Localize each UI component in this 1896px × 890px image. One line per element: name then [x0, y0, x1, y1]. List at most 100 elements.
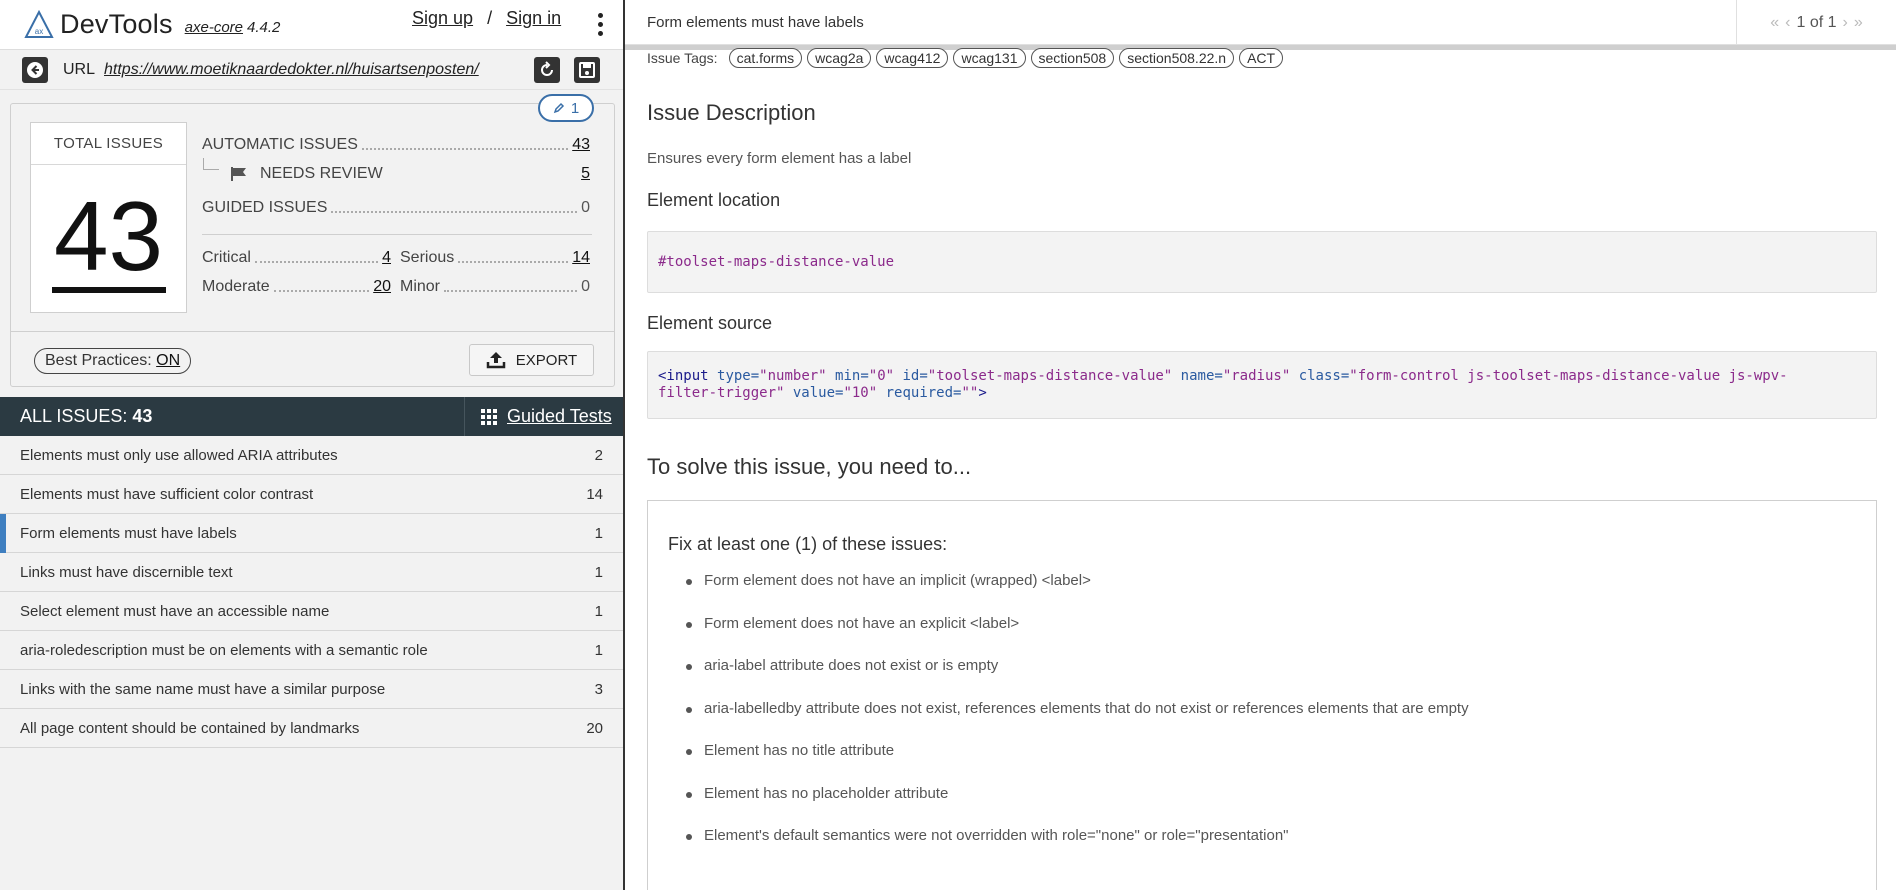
export-button[interactable]: EXPORT — [469, 344, 594, 376]
axe-logo: ax DevTools axe-core 4.4.2 — [24, 9, 280, 40]
guided-issues-value: 0 — [581, 199, 590, 216]
automatic-issues-value[interactable]: 43 — [572, 136, 590, 154]
sign-up-link[interactable]: Sign up — [412, 8, 473, 29]
detail-title: Form elements must have labels — [647, 13, 864, 31]
issue-tag: section508.22.n — [1119, 48, 1235, 68]
first-page-icon[interactable]: « — [1770, 14, 1779, 32]
top-bar: ax DevTools axe-core 4.4.2 Sign up / Sig… — [0, 0, 623, 50]
issue-tags-label: Issue Tags: — [647, 50, 718, 66]
total-issues-card: TOTAL ISSUES 43 — [30, 122, 187, 313]
serious-label: Serious — [400, 249, 455, 266]
guided-issues-row: GUIDED ISSUES 0 — [202, 199, 590, 217]
guided-tests-button[interactable]: Guided Tests — [464, 397, 623, 436]
total-issues-label: TOTAL ISSUES — [31, 123, 186, 165]
issue-row[interactable]: All page content should be contained by … — [0, 709, 623, 748]
issue-tags: Issue Tags: cat.forms wcag2a wcag412 wca… — [647, 46, 1284, 70]
minor-label: Minor — [400, 278, 441, 295]
element-location-value: #toolset-maps-distance-value — [658, 254, 895, 270]
back-arrow-icon — [27, 62, 43, 78]
solve-item: Element has no title attribute — [686, 742, 1469, 785]
edit-count: 1 — [570, 99, 580, 117]
all-issues-title: ALL ISSUES: 43 — [20, 406, 153, 426]
edit-issues-button[interactable]: 1 — [538, 94, 594, 122]
last-page-icon[interactable]: » — [1854, 14, 1863, 32]
issue-row[interactable]: Select element must have an accessible n… — [0, 592, 623, 631]
element-source-heading: Element source — [647, 313, 773, 333]
rescan-button[interactable] — [534, 57, 560, 83]
issue-row[interactable]: Elements must have sufficient color cont… — [0, 475, 623, 514]
issue-row[interactable]: Links with the same name must have a sim… — [0, 670, 623, 709]
back-button[interactable] — [22, 57, 48, 83]
automatic-issues-row[interactable]: AUTOMATIC ISSUES 43 — [202, 136, 590, 154]
summary-footer-divider — [10, 331, 615, 332]
issue-detail-panel: Form elements must have labels « ‹ 1 of … — [625, 0, 1896, 890]
issue-tag: ACT — [1239, 48, 1284, 68]
prev-page-icon[interactable]: ‹ — [1785, 14, 1790, 32]
more-menu-icon[interactable] — [590, 6, 610, 42]
minor-value: 0 — [581, 278, 590, 295]
refresh-icon — [541, 61, 553, 76]
needs-review-row[interactable]: NEEDS REVIEW 5 — [230, 165, 590, 183]
auth-separator: / — [487, 8, 493, 28]
total-issues-value: 43 — [53, 181, 163, 291]
needs-review-value[interactable]: 5 — [581, 165, 590, 183]
issue-description-heading: Issue Description — [647, 100, 816, 125]
issue-tag: section508 — [1030, 48, 1115, 68]
upload-icon — [486, 352, 506, 369]
solve-box: Fix at least one (1) of these issues: Fo… — [647, 500, 1877, 890]
issue-row[interactable]: Links must have discernible text 1 — [0, 553, 623, 592]
minor-row: Minor 0 — [400, 278, 590, 296]
url-link[interactable]: https://www.moetiknaardedokter.nl/huisar… — [104, 61, 479, 79]
save-button[interactable] — [574, 57, 600, 83]
issue-tag: wcag412 — [876, 48, 949, 68]
moderate-value[interactable]: 20 — [373, 278, 391, 296]
app-title: DevTools — [60, 9, 173, 39]
moderate-row[interactable]: Moderate 20 — [202, 278, 391, 296]
summary-divider — [202, 234, 592, 235]
critical-value[interactable]: 4 — [382, 249, 391, 267]
all-issues-header: ALL ISSUES: 43 Guided Tests — [0, 397, 623, 436]
solve-item: Element's default semantics were not ove… — [686, 827, 1469, 870]
solve-item: Element has no placeholder attribute — [686, 785, 1469, 828]
issue-tag: wcag2a — [807, 48, 872, 68]
devtools-app: ax DevTools axe-core 4.4.2 Sign up / Sig… — [0, 0, 1896, 890]
element-location-box: #toolset-maps-distance-value — [647, 231, 1877, 293]
issue-tag: cat.forms — [728, 48, 803, 68]
solve-subheading: Fix at least one (1) of these issues: — [668, 534, 948, 554]
automatic-issues-label: AUTOMATIC ISSUES — [202, 136, 358, 153]
axe-core-link[interactable]: axe-core — [185, 19, 243, 36]
best-practices-state[interactable]: ON — [156, 352, 180, 369]
issue-row[interactable]: Elements must only use allowed ARIA attr… — [0, 436, 623, 475]
issue-row-selected[interactable]: Form elements must have labels 1 — [0, 514, 623, 553]
next-page-icon[interactable]: › — [1843, 14, 1848, 32]
svg-text:ax: ax — [35, 27, 43, 36]
element-source-line-1: <input type="number" min="0" id="toolset… — [658, 368, 1788, 384]
solve-item: aria-label attribute does not exist or i… — [686, 657, 1469, 700]
element-source-box: <input type="number" min="0" id="toolset… — [647, 351, 1877, 419]
issue-description-text: Ensures every form element has a label — [647, 150, 912, 167]
export-label: EXPORT — [515, 351, 578, 369]
flag-icon — [231, 167, 246, 181]
serious-value[interactable]: 14 — [572, 249, 590, 267]
issue-tag: wcag131 — [953, 48, 1026, 68]
all-issues-count: 43 — [132, 406, 153, 426]
issue-row[interactable]: aria-roledescription must be on elements… — [0, 631, 623, 670]
sign-in-link[interactable]: Sign in — [506, 8, 561, 29]
serious-row[interactable]: Serious 14 — [400, 249, 590, 267]
axe-triangle-icon: ax — [24, 9, 54, 38]
moderate-label: Moderate — [202, 278, 270, 295]
left-panel: ax DevTools axe-core 4.4.2 Sign up / Sig… — [0, 0, 625, 890]
url-bar: URL https://www.moetiknaardedokter.nl/hu… — [0, 50, 623, 90]
save-icon — [579, 62, 595, 78]
auth-links: Sign up / Sign in — [412, 8, 561, 29]
pager-text: 1 of 1 — [1796, 13, 1837, 31]
issue-list: Elements must only use allowed ARIA attr… — [0, 436, 623, 748]
critical-row[interactable]: Critical 4 — [202, 249, 391, 267]
element-location-heading: Element location — [647, 190, 781, 210]
solve-item: Form element does not have an explicit <… — [686, 615, 1469, 658]
solve-item: aria-labelledby attribute does not exist… — [686, 700, 1469, 743]
element-source-line-2: filter-trigger" value="10" required=""> — [658, 385, 987, 401]
best-practices-toggle[interactable]: Best Practices: ON — [34, 348, 192, 374]
pencil-icon — [553, 102, 564, 114]
guided-tests-label: Guided Tests — [507, 406, 612, 426]
